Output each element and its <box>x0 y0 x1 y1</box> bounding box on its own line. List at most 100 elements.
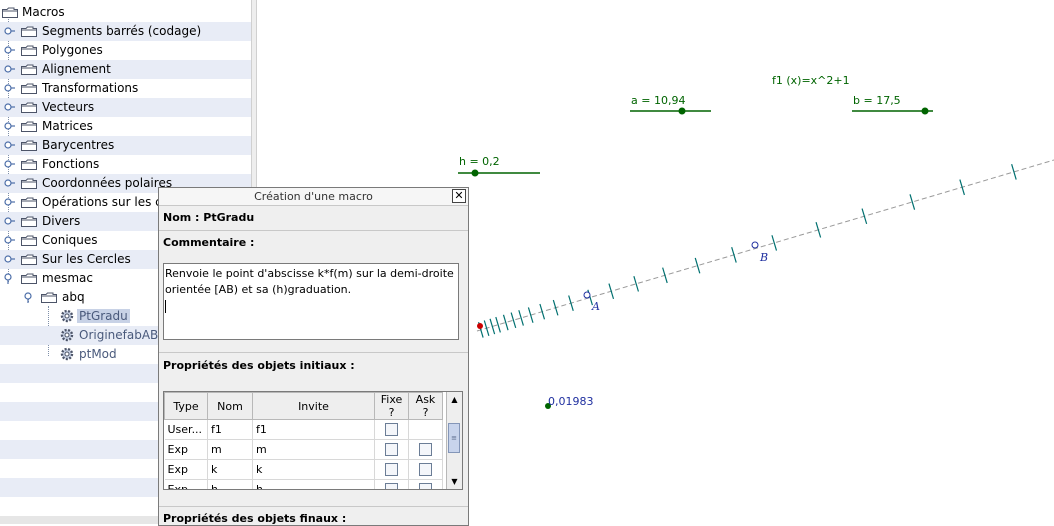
folder-icon <box>21 121 37 132</box>
scroll-thumb[interactable]: ≡ <box>448 423 460 453</box>
expand-handle-icon[interactable] <box>3 197 15 208</box>
column-header-fixe[interactable]: Fixe ? <box>374 392 409 420</box>
point-A-label[interactable]: A <box>592 300 600 313</box>
column-header-type[interactable]: Type <box>164 392 208 420</box>
expand-handle-icon[interactable] <box>3 159 15 170</box>
cell-nom[interactable]: h <box>207 479 253 489</box>
expand-handle-icon[interactable] <box>3 26 15 37</box>
fixe-checkbox[interactable] <box>385 483 398 489</box>
column-header-nom[interactable]: Nom <box>207 392 253 420</box>
folder-icon <box>21 64 37 75</box>
tree-folder-row[interactable]: Vecteurs <box>0 98 251 117</box>
macro-creation-dialog[interactable]: Création d'une macro ✕ Nom : PtGradu Com… <box>158 187 469 526</box>
cell-ask[interactable] <box>408 459 443 480</box>
expand-handle-icon[interactable] <box>3 45 15 56</box>
fixe-checkbox[interactable] <box>385 463 398 477</box>
ask-checkbox[interactable] <box>419 483 432 489</box>
folder-icon <box>21 178 37 189</box>
tree-folder-label: Barycentres <box>42 138 115 152</box>
folder-icon <box>21 216 37 227</box>
point-B <box>751 241 759 249</box>
cell-ask[interactable] <box>408 439 443 460</box>
tree-folder-label: Coordonnées polaires <box>42 176 173 190</box>
cell-type[interactable]: Exp <box>164 439 208 460</box>
column-header-ask[interactable]: Ask ? <box>408 392 443 420</box>
expand-handle-icon[interactable] <box>3 178 15 189</box>
dialog-titlebar[interactable]: Création d'une macro ✕ <box>159 188 468 206</box>
table-scrollbar[interactable]: ▲ ≡ ▼ <box>446 392 462 489</box>
expand-handle-icon[interactable] <box>23 292 35 303</box>
table-row[interactable]: User... f1 f1 <box>164 419 443 440</box>
expand-handle-icon[interactable] <box>3 235 15 246</box>
tree-folder-label: mesmac <box>42 271 93 285</box>
tree-root-row[interactable]: Macros <box>0 3 251 22</box>
cell-ask[interactable] <box>408 419 443 440</box>
slider-b-label[interactable]: b = 17,5 <box>853 94 901 107</box>
table-row[interactable]: Exp m m <box>164 439 443 460</box>
table-row[interactable]: Exp k k <box>164 459 443 480</box>
expand-handle-icon[interactable] <box>3 216 15 227</box>
tree-folder-row[interactable]: Matrices <box>0 117 251 136</box>
cell-type[interactable]: User... <box>164 419 208 440</box>
gear-icon <box>60 328 74 342</box>
macro-name-label: Nom : PtGradu <box>163 211 255 224</box>
slider-h-label[interactable]: h = 0,2 <box>459 155 500 168</box>
cell-invite[interactable]: m <box>252 439 375 460</box>
scroll-down-icon[interactable]: ▼ <box>448 475 461 488</box>
tree-folder-label: Sur les Cercles <box>42 252 131 266</box>
tree-folder-label: Matrices <box>42 119 93 133</box>
close-icon[interactable]: ✕ <box>452 189 466 203</box>
final-props-label: Propriétés des objets finaux : <box>163 512 347 525</box>
folder-icon <box>21 83 37 94</box>
slider-a-knob <box>678 107 686 115</box>
cell-nom[interactable]: m <box>207 439 253 460</box>
expand-handle-icon[interactable] <box>3 254 15 265</box>
expand-handle-icon[interactable] <box>3 121 15 132</box>
tree-folder-row[interactable]: Segments barrés (codage) <box>0 22 251 41</box>
column-header-invite[interactable]: Invite <box>252 392 375 420</box>
cell-type[interactable]: Exp <box>164 459 208 480</box>
tree-folder-row[interactable]: Transformations <box>0 79 251 98</box>
tree-folder-row[interactable]: Barycentres <box>0 136 251 155</box>
cell-fixe[interactable] <box>374 439 409 460</box>
tree-folder-label: Divers <box>42 214 81 228</box>
divider <box>159 352 468 353</box>
fixe-checkbox[interactable] <box>385 443 398 457</box>
function-label[interactable]: f1 (x)=x^2+1 <box>772 74 850 87</box>
table-row[interactable]: Exp h h <box>164 479 443 489</box>
cell-nom[interactable]: k <box>207 459 253 480</box>
slider-a-label[interactable]: a = 10,94 <box>631 94 685 107</box>
expand-handle-icon[interactable] <box>3 83 15 94</box>
expand-handle-icon[interactable] <box>3 102 15 113</box>
cell-fixe[interactable] <box>374 419 409 440</box>
comment-textarea[interactable]: Renvoie le point d'abscisse k*f(m) sur l… <box>163 263 459 340</box>
point-B-label[interactable]: B <box>760 251 768 264</box>
cell-invite[interactable]: f1 <box>252 419 375 440</box>
value-label[interactable]: 0,01983 <box>548 395 594 408</box>
scroll-up-icon[interactable]: ▲ <box>448 393 461 406</box>
initial-props-table[interactable]: Type Nom Invite Fixe ? Ask ? User... f1 f1… <box>163 391 463 490</box>
tree-folder-row[interactable]: Fonctions <box>0 155 251 174</box>
cell-type[interactable]: Exp <box>164 479 208 489</box>
ask-checkbox[interactable] <box>419 443 432 457</box>
slider-b-knob <box>921 107 929 115</box>
cell-fixe[interactable] <box>374 479 409 489</box>
folder-icon <box>21 140 37 151</box>
fixe-checkbox[interactable] <box>385 423 398 437</box>
tree-folder-label: Opérations sur les co <box>42 195 170 209</box>
cell-nom[interactable]: f1 <box>207 419 253 440</box>
cell-fixe[interactable] <box>374 459 409 480</box>
cell-ask[interactable] <box>408 479 443 489</box>
tree-folder-label: Coniques <box>42 233 98 247</box>
expand-handle-icon[interactable] <box>3 140 15 151</box>
tree-root-label: Macros <box>22 5 65 19</box>
tree-folder-row[interactable]: Alignement <box>0 60 251 79</box>
point-A <box>583 291 591 299</box>
ask-checkbox[interactable] <box>419 463 432 477</box>
tree-folder-row[interactable]: Polygones <box>0 41 251 60</box>
expand-handle-icon[interactable] <box>3 273 15 284</box>
cell-invite[interactable]: k <box>252 459 375 480</box>
folder-icon <box>21 159 37 170</box>
cell-invite[interactable]: h <box>252 479 375 489</box>
expand-handle-icon[interactable] <box>3 64 15 75</box>
